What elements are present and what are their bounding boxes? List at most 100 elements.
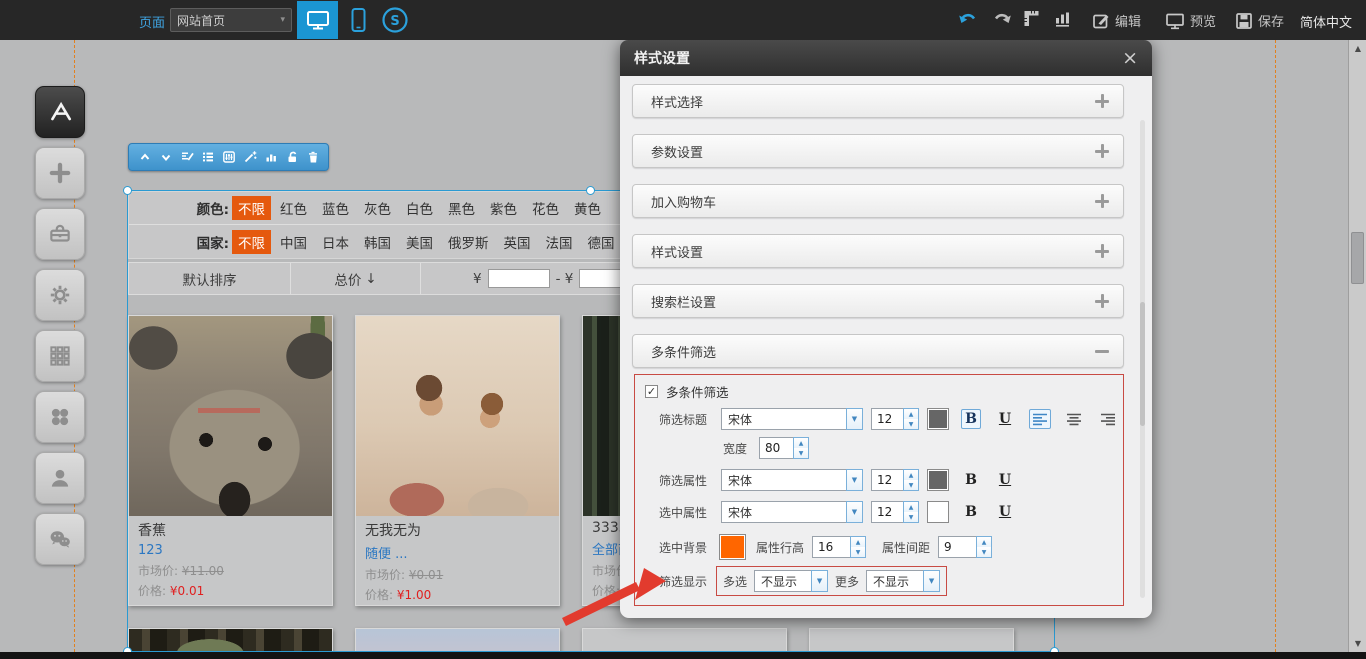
close-icon[interactable]: × (1122, 49, 1138, 68)
spin-up-icon[interactable]: ▲ (977, 537, 991, 547)
unlock-icon[interactable] (285, 150, 299, 164)
underline-button[interactable]: U (995, 470, 1015, 490)
section-multi-filter[interactable]: 多条件筛选 (632, 334, 1124, 368)
width-stepper[interactable]: 80▲▼ (759, 437, 809, 459)
font-color-swatch[interactable] (927, 501, 949, 523)
page-select[interactable]: 网站首页 ▾ (170, 8, 292, 32)
multi-select-dropdown[interactable]: 不显示▼ (754, 570, 828, 592)
filter-option[interactable]: 俄罗斯 (442, 230, 495, 254)
panel-scrollbar[interactable] (1140, 120, 1145, 598)
price-min-input[interactable] (488, 269, 550, 288)
mobile-view-button[interactable] (342, 1, 374, 39)
filter-option[interactable]: 紫色 (484, 196, 523, 220)
spin-up-icon[interactable]: ▲ (794, 438, 808, 448)
spin-down-icon[interactable]: ▼ (904, 419, 918, 429)
desktop-view-button[interactable] (297, 1, 338, 39)
filter-option[interactable]: 黑色 (442, 196, 481, 220)
undo-button[interactable] (958, 11, 978, 27)
move-down-icon[interactable] (159, 150, 173, 164)
font-select[interactable]: 宋体▼ (721, 469, 863, 491)
move-up-icon[interactable] (138, 150, 152, 164)
font-size-stepper[interactable]: 12▲▼ (871, 408, 919, 430)
underline-button[interactable]: U (995, 502, 1015, 522)
filter-option[interactable]: 中国 (274, 230, 313, 254)
redo-button[interactable] (992, 11, 1012, 27)
filter-option[interactable]: 法国 (540, 230, 579, 254)
align-right-button[interactable] (1097, 409, 1119, 429)
multi-filter-checkbox[interactable]: ✓ (645, 385, 658, 398)
font-color-swatch[interactable] (927, 408, 949, 430)
font-select[interactable]: 宋体▼ (721, 408, 863, 430)
sliders-icon[interactable] (222, 150, 236, 164)
trash-icon[interactable] (306, 150, 320, 164)
edit-button[interactable]: 编辑 (1092, 11, 1141, 30)
spin-down-icon[interactable]: ▼ (904, 512, 918, 522)
sidebar-item-members[interactable] (35, 452, 85, 504)
filter-option[interactable]: 蓝色 (316, 196, 355, 220)
scrollbar-thumb[interactable] (1351, 232, 1364, 284)
section-style-settings[interactable]: 样式设置 (632, 234, 1124, 268)
stats-button[interactable] (1053, 9, 1072, 28)
product-card[interactable]: 无我无为 随便 ... 市场价: ¥0.01 价格: ¥1.00 (355, 315, 560, 606)
selection-handle-top-center[interactable] (586, 186, 595, 195)
spin-down-icon[interactable]: ▼ (904, 480, 918, 490)
selection-handle-top-left[interactable] (123, 186, 132, 195)
filter-option[interactable]: 白色 (400, 196, 439, 220)
filter-option[interactable]: 日本 (316, 230, 355, 254)
underline-button[interactable]: U (995, 409, 1015, 429)
ruler-button[interactable] (1022, 9, 1041, 28)
filter-option[interactable]: 灰色 (358, 196, 397, 220)
preview-button[interactable]: 预览 (1165, 11, 1216, 30)
filter-option[interactable]: 美国 (400, 230, 439, 254)
filter-option[interactable]: 英国 (498, 230, 537, 254)
sort-default-tab[interactable]: 默认排序 (129, 263, 291, 294)
sidebar-item-modules[interactable] (35, 330, 85, 382)
filter-option[interactable]: 不限 (232, 230, 271, 254)
spin-up-icon[interactable]: ▲ (904, 502, 918, 512)
main-scrollbar[interactable]: ▲ ▼ (1348, 40, 1366, 652)
filter-option[interactable]: 韩国 (358, 230, 397, 254)
spin-up-icon[interactable]: ▲ (904, 470, 918, 480)
sidebar-item-design[interactable] (35, 86, 85, 138)
align-left-button[interactable] (1029, 409, 1051, 429)
filter-option[interactable]: 红色 (274, 196, 313, 220)
bold-button[interactable]: B (961, 409, 981, 429)
spin-down-icon[interactable]: ▼ (851, 547, 865, 557)
more-dropdown[interactable]: 不显示▼ (866, 570, 940, 592)
spin-down-icon[interactable]: ▼ (977, 547, 991, 557)
sidebar-item-add[interactable] (35, 147, 85, 199)
section-style-select[interactable]: 样式选择 (632, 84, 1124, 118)
spin-up-icon[interactable]: ▲ (904, 409, 918, 419)
font-size-stepper[interactable]: 12▲▼ (871, 469, 919, 491)
sidebar-item-wechat[interactable] (35, 513, 85, 565)
section-add-to-cart[interactable]: 加入购物车 (632, 184, 1124, 218)
sidebar-item-toolbox[interactable] (35, 208, 85, 260)
section-search-bar[interactable]: 搜索栏设置 (632, 284, 1124, 318)
filter-option[interactable]: 不限 (232, 196, 271, 220)
stats-icon[interactable] (264, 150, 278, 164)
spacing-stepper[interactable]: 9▲▼ (938, 536, 992, 558)
spin-up-icon[interactable]: ▲ (851, 537, 865, 547)
sidebar-item-settings[interactable] (35, 269, 85, 321)
align-center-button[interactable] (1063, 409, 1085, 429)
line-height-stepper[interactable]: 16▲▼ (812, 536, 866, 558)
font-color-swatch[interactable] (927, 469, 949, 491)
product-card[interactable]: 香蕉 123 市场价: ¥11.00 价格: ¥0.01 (128, 315, 333, 606)
list-icon[interactable] (201, 150, 215, 164)
sidebar-item-widgets[interactable] (35, 391, 85, 443)
scrollbar-up-icon[interactable]: ▲ (1349, 44, 1366, 53)
section-parameters[interactable]: 参数设置 (632, 134, 1124, 168)
scrollbar-down-icon[interactable]: ▼ (1349, 639, 1366, 648)
bold-button[interactable]: B (961, 502, 981, 522)
product-link[interactable]: 随便 ... (365, 543, 550, 562)
font-size-stepper[interactable]: 12▲▼ (871, 501, 919, 523)
filter-option[interactable]: 黄色 (568, 196, 607, 220)
spin-down-icon[interactable]: ▼ (794, 448, 808, 458)
s-logo-button[interactable]: S (379, 1, 411, 39)
background-color-swatch[interactable] (719, 534, 746, 560)
font-select[interactable]: 宋体▼ (721, 501, 863, 523)
bold-button[interactable]: B (961, 470, 981, 490)
sort-total-price-tab[interactable]: 总价 ↓ (291, 263, 421, 294)
filter-option[interactable]: 德国 (582, 230, 621, 254)
language-switcher[interactable]: 简体中文 (1300, 12, 1352, 31)
